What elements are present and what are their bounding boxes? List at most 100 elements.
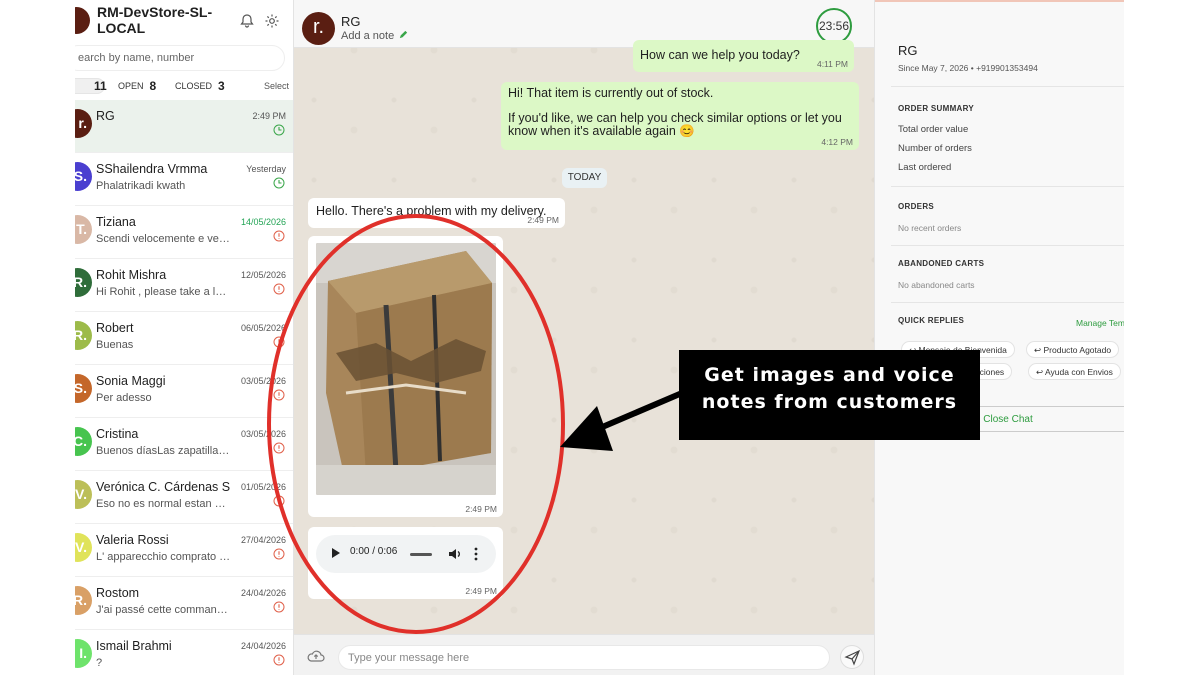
avatar: C. (75, 427, 92, 456)
customer-since: Since May 7, 2026 • +919901353494 (898, 63, 1038, 73)
quick-reply-chip[interactable]: ↩ Producto Agotado (1026, 341, 1120, 358)
conversation-preview: J'ai passé cette command… (96, 604, 231, 616)
chat-area: r. RG Add a note 23:56 How can we help y… (294, 0, 874, 675)
play-icon[interactable] (332, 548, 340, 558)
conversation-name: RG (96, 109, 115, 123)
divider (891, 86, 1124, 87)
audio-progress-bar[interactable] (410, 553, 432, 556)
info-icon (273, 442, 285, 454)
clock-icon (273, 177, 285, 189)
annotation-line-1: Get images and voice (704, 364, 955, 386)
search-input[interactable]: earch by name, number (75, 45, 285, 71)
quick-reply-label: Producto Agotado (1043, 345, 1112, 355)
more-options-icon[interactable] (474, 547, 478, 561)
conversation-name: Robert (96, 321, 134, 335)
conversation-name: Tiziana (96, 215, 136, 229)
message-time: 2:49 PM (465, 586, 497, 596)
info-icon (273, 283, 285, 295)
filter-open[interactable]: OPEN 8 (112, 78, 162, 94)
message-input-placeholder: Type your message here (348, 652, 470, 664)
avatar: R. (75, 586, 92, 615)
store-avatar (75, 7, 90, 34)
conversation-date: 06/05/2026 (240, 323, 286, 333)
message-text: Hello. There's a problem with my deliver… (316, 204, 547, 218)
info-icon (273, 336, 285, 348)
contact-avatar[interactable]: r. (302, 12, 335, 45)
delivery-photo[interactable] (316, 243, 496, 495)
cloud-upload-icon[interactable] (307, 649, 325, 663)
voice-note-player[interactable]: 0:00 / 0:06 (316, 535, 496, 573)
manage-templates-link[interactable]: Manage Tem (1076, 318, 1124, 328)
conversation-item[interactable]: C. Cristina Buenos díasLas zapatillas … 03/… (75, 418, 293, 471)
store-name: RM-DevStore-SL-LOCAL (97, 4, 213, 36)
message-incoming: Hello. There's a problem with my deliver… (308, 198, 565, 228)
last-ordered-label: Last ordered (898, 162, 952, 173)
avatar: S. (75, 162, 92, 191)
conversation-date: 24/04/2026 (240, 641, 286, 651)
message-composer: Type your message here (294, 634, 874, 675)
conversation-preview: ? (96, 657, 103, 669)
message-text-line1: Hi! That item is currently out of stock. (508, 86, 714, 100)
conversation-name: Sonia Maggi (96, 374, 166, 388)
filter-open-label: OPEN (118, 81, 144, 91)
volume-icon[interactable] (448, 547, 462, 561)
avatar: R. (75, 268, 92, 297)
conversation-item[interactable]: V. Valeria Rossi L' apparecchio comprato n… (75, 524, 293, 577)
info-icon (273, 495, 285, 507)
pencil-icon[interactable] (398, 29, 409, 40)
select-button[interactable]: Select (264, 81, 289, 91)
message-text-line2: If you'd like, we can help you check sim… (508, 111, 842, 138)
conversation-date: 03/05/2026 (240, 376, 286, 386)
clock-icon (273, 124, 285, 136)
search-placeholder: earch by name, number (78, 52, 195, 64)
conversation-item[interactable]: S. SShailendra Vrmma Phalatrikadi kwath Yes… (75, 153, 293, 206)
conversation-item[interactable]: V. Verónica C. Cárdenas S. Eso no es norma… (75, 471, 293, 524)
info-icon (273, 548, 285, 560)
conversation-item[interactable]: I. Ismail Brahmi? 24/04/2026 (75, 630, 293, 675)
conversation-item[interactable]: T. Tiziana Scendi velocemente e vedr… 14/05… (75, 206, 293, 259)
info-icon (273, 230, 285, 242)
conversation-name: Valeria Rossi (96, 533, 169, 547)
conversation-item[interactable]: R. Robert Buenas 06/05/2026 (75, 312, 293, 365)
filter-all[interactable]: 11 (75, 78, 107, 94)
order-summary-title: ORDER SUMMARY (898, 104, 975, 113)
day-separator: TODAY (562, 168, 607, 188)
message-outgoing: Hi! That item is currently out of stock.… (501, 82, 859, 150)
gear-icon[interactable] (263, 12, 281, 30)
conversation-preview: Buenos díasLas zapatillas … (96, 445, 231, 457)
conversation-item[interactable]: R. Rostom J'ai passé cette command… 24/04/2… (75, 577, 293, 630)
message-input[interactable]: Type your message here (338, 645, 830, 670)
avatar: I. (75, 639, 92, 668)
conversation-item[interactable]: R. Rohit Mishra Hi Rohit , please take a l… (75, 259, 293, 312)
abandoned-carts-title: ABANDONED CARTS (898, 259, 985, 268)
conversation-date: 03/05/2026 (240, 429, 286, 439)
add-note-link[interactable]: Add a note (341, 30, 394, 42)
avatar: R. (75, 321, 92, 350)
conversation-name: SShailendra Vrmma (96, 162, 208, 176)
annotation-callout: Get images and voice notes from customer… (679, 350, 980, 440)
message-time: 2:49 PM (465, 504, 497, 514)
conversation-date: Yesterday (246, 164, 286, 174)
message-outgoing: How can we help you today? 4:11 PM (633, 40, 854, 72)
quick-reply-chip[interactable]: ↩ Ayuda con Envios (1028, 363, 1121, 380)
quick-reply-label: Ayuda con Envios (1045, 367, 1113, 377)
conversation-date: 2:49 PM (252, 111, 286, 121)
bell-icon[interactable] (238, 12, 256, 30)
no-orders-text: No recent orders (898, 223, 962, 233)
avatar: r. (75, 109, 92, 138)
conversation-item[interactable]: S. Sonia Maggi Per adesso 03/05/2026 (75, 365, 293, 418)
filter-closed[interactable]: CLOSED 3 (169, 78, 231, 94)
info-icon (273, 601, 285, 613)
contact-name[interactable]: RG (341, 14, 361, 29)
conversation-sidebar: RM-DevStore-SL-LOCAL earch by name, numb… (75, 0, 294, 675)
conversation-item[interactable]: r. RG 2:49 PM (75, 100, 293, 153)
reply-icon: ↩ (1036, 367, 1046, 377)
info-icon (273, 654, 285, 666)
session-timer: 23:56 (816, 8, 852, 44)
quick-replies-title: QUICK REPLIES (898, 316, 965, 325)
conversation-preview: Buenas (96, 339, 134, 351)
conversation-preview: Phalatrikadi kwath (96, 180, 186, 192)
send-button[interactable] (840, 645, 864, 669)
message-time: 2:49 PM (527, 215, 559, 225)
message-time: 4:11 PM (816, 59, 848, 69)
